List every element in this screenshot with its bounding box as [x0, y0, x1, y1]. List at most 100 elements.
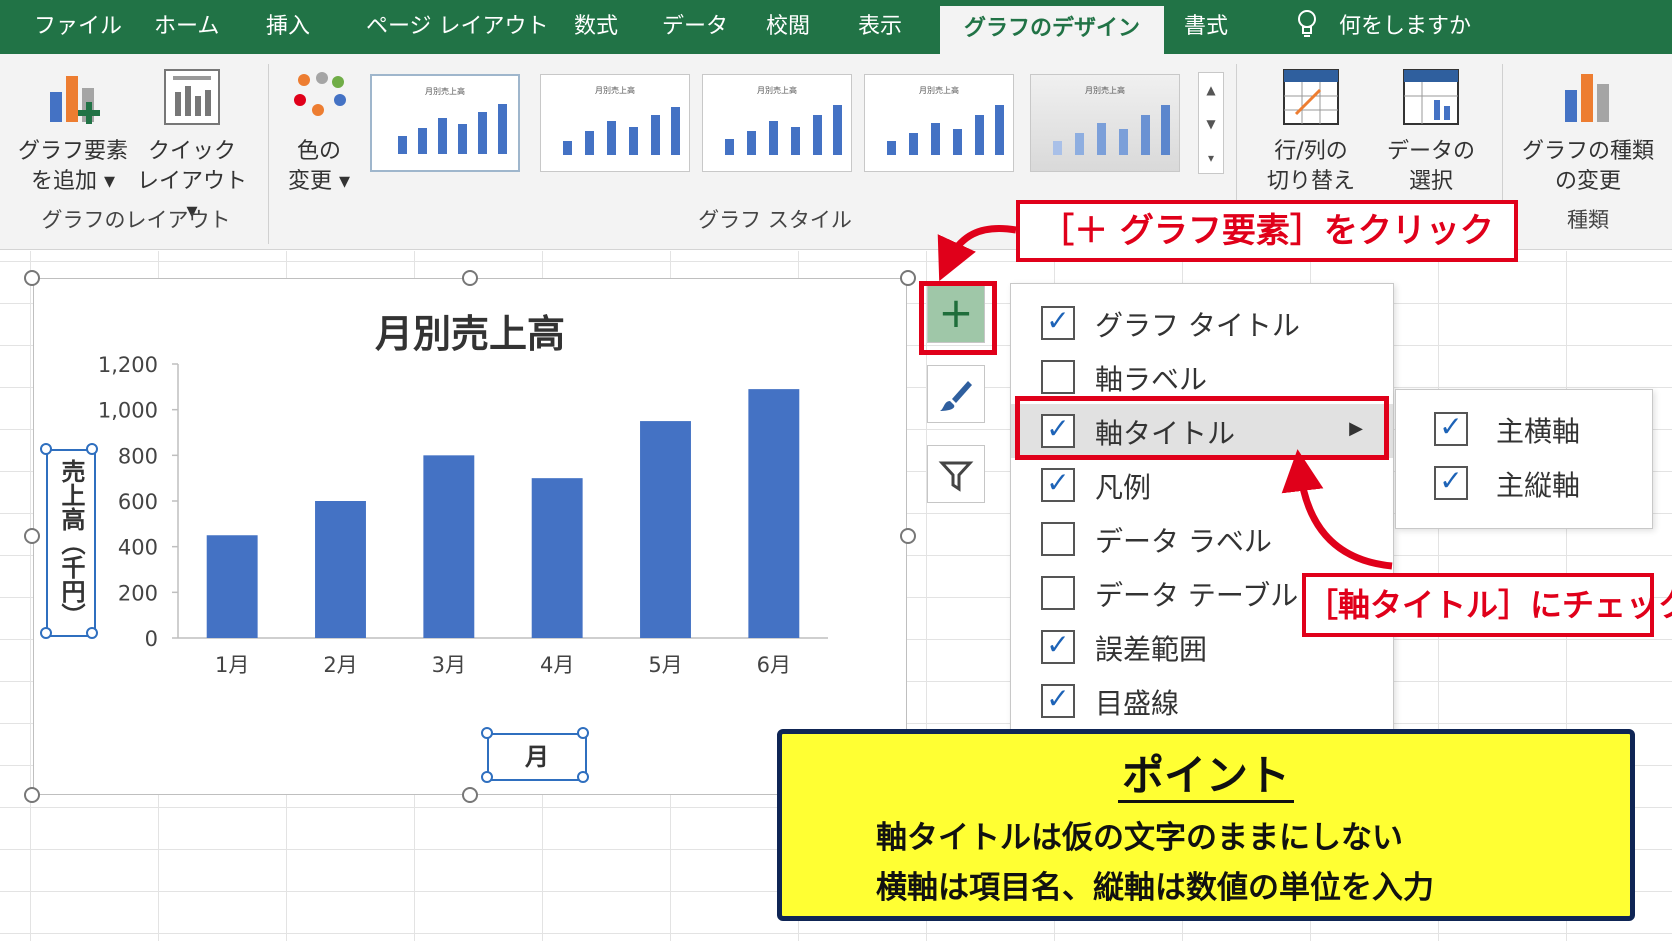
- tab-chart-design[interactable]: グラフのデザイン: [940, 6, 1165, 54]
- palette-icon: [294, 72, 346, 116]
- select-data-button[interactable]: データの 選択: [1376, 66, 1486, 197]
- add-chart-element-button[interactable]: グラフ要素 を追加 ▾: [16, 66, 130, 197]
- chart-resize-handle[interactable]: [24, 787, 40, 803]
- check-icon: ✓: [1439, 410, 1463, 443]
- point-title: ポイント: [782, 742, 1630, 803]
- tab-format[interactable]: 書式: [1184, 0, 1228, 54]
- group-label-chart-layouts: グラフのレイアウト: [41, 208, 231, 232]
- tab-formulas[interactable]: 数式: [574, 0, 618, 54]
- chart-style-title: 月別売上高: [757, 86, 797, 95]
- menu-item-label: データ ラベル: [1095, 525, 1272, 558]
- tab-file[interactable]: ファイル: [34, 0, 122, 54]
- selection-handle[interactable]: [577, 727, 589, 739]
- tell-me-search[interactable]: 何をしますか: [1296, 0, 1471, 54]
- y-tick-label: 0: [145, 627, 158, 651]
- bar: [640, 421, 691, 638]
- y-tick-label: 1,000: [98, 399, 158, 423]
- menu-item-label: 誤差範囲: [1095, 633, 1208, 666]
- checkbox[interactable]: [1041, 360, 1075, 394]
- point-box: ポイント 軸タイトルは仮の文字のままにしない 横軸は項目名、縦軸は数値の単位を入…: [777, 729, 1635, 921]
- checkbox[interactable]: ✓: [1434, 410, 1468, 446]
- checkbox[interactable]: ✓: [1041, 466, 1075, 502]
- bar: [748, 389, 800, 638]
- chart-style-bar: [1053, 141, 1062, 155]
- selection-handle[interactable]: [577, 771, 589, 783]
- chart-style-bar: [725, 139, 734, 155]
- switch-row-column-button[interactable]: 行/列の 切り替え: [1256, 66, 1366, 197]
- chart-resize-handle[interactable]: [24, 270, 40, 286]
- chart-style-bar: [1141, 115, 1150, 155]
- menu-item-label: 軸ラベル: [1095, 363, 1208, 396]
- checkbox[interactable]: [1041, 576, 1075, 610]
- selection-handle[interactable]: [86, 627, 98, 639]
- checkbox[interactable]: ✓: [1041, 682, 1075, 718]
- chart-style-bar: [651, 115, 660, 155]
- chart-style-1[interactable]: 月別売上高: [370, 74, 520, 172]
- chart-style-4[interactable]: 月別売上高: [864, 74, 1014, 172]
- x-tick-label: 5月: [648, 653, 682, 677]
- tell-me-label: 何をしますか: [1339, 14, 1472, 39]
- change-chart-type-button[interactable]: グラフの種類 の変更: [1512, 66, 1664, 197]
- point-line-2: 横軸は項目名、縦軸は数値の単位を入力: [876, 870, 1434, 906]
- x-axis-title-box[interactable]: 月: [481, 727, 589, 783]
- point-line-1: 軸タイトルは仮の文字のままにしない: [876, 820, 1403, 856]
- check-icon: ✓: [1046, 682, 1070, 715]
- x-tick-label: 4月: [540, 653, 574, 677]
- selection-handle[interactable]: [40, 443, 52, 455]
- chart-style-3[interactable]: 月別売上高: [702, 74, 852, 172]
- selection-handle[interactable]: [481, 727, 493, 739]
- y-tick-label: 600: [118, 490, 158, 514]
- tab-data[interactable]: データ: [662, 0, 728, 54]
- selection-handle[interactable]: [481, 771, 493, 783]
- tab-page-layout[interactable]: ページ レイアウト: [366, 0, 549, 54]
- select-data-line2: 選択: [1408, 169, 1453, 194]
- style-gallery-scroll[interactable]: ▲ ▼ ▾: [1198, 72, 1224, 174]
- tab-home[interactable]: ホーム: [154, 0, 219, 54]
- chart-style-bar: [931, 123, 940, 155]
- checkbox[interactable]: ✓: [1041, 304, 1075, 340]
- tab-review[interactable]: 校閲: [766, 0, 810, 54]
- menu-item-data-labels[interactable]: データ ラベル: [1011, 512, 1393, 566]
- chart-style-bar: [975, 115, 984, 155]
- checkbox[interactable]: ✓: [1434, 464, 1468, 500]
- chart-style-bar: [585, 131, 594, 155]
- chart-style-bar: [438, 118, 447, 154]
- gallery-more-icon[interactable]: ▾: [1199, 141, 1223, 175]
- tab-view[interactable]: 表示: [858, 0, 902, 54]
- checkbox[interactable]: [1041, 522, 1075, 556]
- check-icon: ✓: [1046, 628, 1070, 661]
- bar: [315, 501, 366, 638]
- menu-item-legend[interactable]: ✓ 凡例: [1011, 458, 1393, 512]
- chart-resize-handle[interactable]: [24, 528, 40, 544]
- chart-style-bar: [498, 104, 507, 154]
- selection-handle[interactable]: [86, 443, 98, 455]
- change-colors-line2: 変更 ▾: [287, 169, 351, 194]
- submenu-item-primary-horizontal[interactable]: ✓ 主横軸: [1396, 402, 1652, 456]
- chart-style-bar: [769, 121, 778, 155]
- selection-handle[interactable]: [40, 627, 52, 639]
- gallery-up-icon[interactable]: ▲: [1199, 73, 1223, 107]
- chart-filters-button[interactable]: [927, 445, 985, 503]
- quick-layout-button[interactable]: クイック レイアウト ▾: [132, 66, 252, 227]
- group-label-type: 種類: [1567, 208, 1609, 232]
- menu-item-gridlines[interactable]: ✓ 目盛線: [1011, 674, 1393, 728]
- y-axis-title-box[interactable]: 売上高（千円）: [40, 443, 98, 639]
- gallery-down-icon[interactable]: ▼: [1199, 107, 1223, 141]
- chart-style-2[interactable]: 月別売上高: [540, 74, 690, 172]
- chart-resize-handle[interactable]: [900, 528, 916, 544]
- quick-layout-icon: [164, 69, 220, 125]
- highlight-frame: [1015, 396, 1389, 460]
- chart-resize-handle[interactable]: [462, 270, 478, 286]
- chart-styles-button[interactable]: [927, 365, 985, 423]
- menu-item-label: グラフ タイトル: [1095, 309, 1300, 342]
- chart-area[interactable]: 月別売上高 0 200 400 600 800 1,000 1,200 1月 2月 3月 4月 5月 6…: [33, 278, 907, 795]
- change-colors-button[interactable]: 色の 変更 ▾: [276, 66, 362, 197]
- tab-insert[interactable]: 挿入: [266, 0, 310, 54]
- chart-resize-handle[interactable]: [900, 270, 916, 286]
- chart-resize-handle[interactable]: [462, 787, 478, 803]
- chart-style-5[interactable]: 月別売上高: [1030, 74, 1180, 172]
- checkbox[interactable]: ✓: [1041, 628, 1075, 664]
- chart-style-bar: [909, 133, 918, 155]
- menu-item-chart-title[interactable]: ✓ グラフ タイトル: [1011, 296, 1393, 350]
- submenu-item-primary-vertical[interactable]: ✓ 主縦軸: [1396, 456, 1652, 510]
